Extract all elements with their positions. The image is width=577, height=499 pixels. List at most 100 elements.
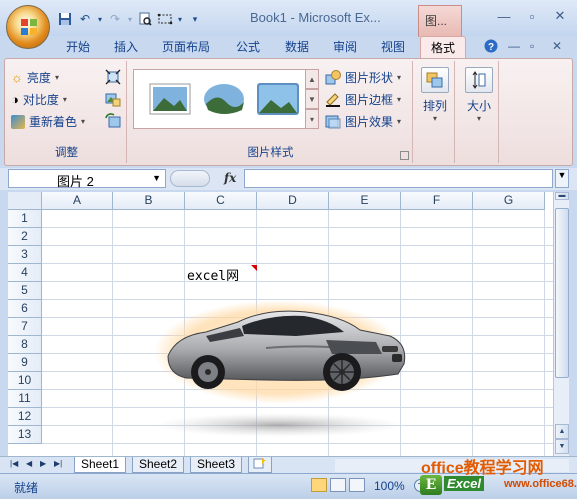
insert-function-icon[interactable]: fx (224, 171, 236, 185)
sheet-tab-1[interactable]: Sheet1 (74, 457, 127, 473)
chevron-down-icon: ▾ (62, 95, 67, 104)
scroll-down-icon[interactable]: ▼ (555, 439, 569, 454)
ribbon-minimize-icon[interactable]: — (508, 39, 520, 53)
expand-formula-bar-icon[interactable]: ▼ (555, 169, 569, 188)
row-header[interactable]: 6 (8, 300, 42, 318)
print-preview-icon[interactable] (136, 10, 154, 28)
column-header[interactable]: E (329, 192, 401, 210)
tab-view[interactable]: 视图 (381, 38, 405, 55)
gallery-more-icon[interactable]: ▾ (305, 109, 319, 129)
vertical-scrollbar[interactable]: ▬ ▲ ▼ (553, 192, 569, 456)
picture-effects-button[interactable]: 图片效果 ▾ (325, 113, 401, 130)
row-header[interactable]: 7 (8, 318, 42, 336)
redo-dropdown-icon[interactable]: ▾ (126, 10, 134, 28)
last-sheet-icon[interactable]: ▶| (54, 459, 62, 468)
office-button[interactable] (6, 5, 50, 49)
chevron-down-icon: ▾ (397, 117, 402, 126)
picture-shape-button[interactable]: 图片形状 ▾ (325, 69, 401, 86)
gallery-down-icon[interactable]: ▼ (305, 89, 319, 109)
tab-insert[interactable]: 插入 (114, 38, 138, 55)
column-header[interactable]: D (257, 192, 329, 210)
row-header[interactable]: 13 (8, 426, 42, 444)
page-layout-view-icon[interactable] (330, 478, 346, 492)
worksheet-grid[interactable]: ABCDEFG 1 2 3 4 5 6 7 8 9 10 11 12 13 excel网 (8, 192, 553, 456)
save-icon[interactable] (56, 10, 74, 28)
undo-icon[interactable]: ↶ (76, 10, 94, 28)
formula-input[interactable] (244, 169, 553, 188)
row-header[interactable]: 11 (8, 390, 42, 408)
customize-qat-icon[interactable]: ▾ (186, 10, 204, 28)
picture-border-button[interactable]: 图片边框 ▾ (325, 91, 401, 108)
style-thumb-1[interactable] (148, 80, 192, 118)
qat-dropdown-icon[interactable]: ▾ (176, 10, 184, 28)
minimize-icon[interactable]: — (491, 6, 517, 26)
undo-dropdown-icon[interactable]: ▾ (96, 10, 104, 28)
ribbon-restore-icon[interactable]: ▫ (530, 39, 534, 53)
help-icon[interactable]: ? (484, 39, 498, 56)
style-thumb-2[interactable] (202, 80, 246, 118)
ribbon-close-icon[interactable]: ✕ (552, 39, 562, 53)
sheet-tab-3[interactable]: Sheet3 (190, 457, 243, 473)
group-adjust-label: 调整 (55, 147, 78, 159)
zoom-level[interactable]: 100% (374, 479, 405, 493)
title-bar: ↶ ▾ ↷ ▾ ▾ ▾ Book1 - Microsoft Ex... 图...… (0, 0, 577, 37)
row-header[interactable]: 9 (8, 354, 42, 372)
contrast-button[interactable]: ◑ 对比度 ▾ (11, 91, 67, 108)
row-header[interactable]: 8 (8, 336, 42, 354)
column-header[interactable]: C (185, 192, 257, 210)
reset-picture-icon (105, 113, 121, 128)
row-header[interactable]: 12 (8, 408, 42, 426)
page-break-view-icon[interactable] (349, 478, 365, 492)
compress-pictures-button[interactable] (105, 69, 121, 85)
car-picture[interactable] (146, 292, 416, 442)
reset-picture-button[interactable] (105, 113, 121, 129)
name-box[interactable]: 图片 2 ▼ (8, 169, 166, 189)
change-picture-button[interactable] (105, 91, 121, 107)
size-button[interactable]: 大小 ▾ (459, 67, 499, 123)
change-picture-icon (105, 93, 121, 107)
row-header[interactable]: 4 (8, 264, 42, 282)
recolor-button[interactable]: 重新着色 ▾ (11, 113, 85, 130)
style-thumb-3[interactable] (256, 80, 300, 118)
size-icon (465, 67, 493, 93)
column-header[interactable]: A (42, 192, 113, 210)
picture-styles-gallery[interactable] (133, 69, 319, 129)
column-header[interactable]: G (473, 192, 545, 210)
watermark-site: www.office68.com (504, 478, 577, 490)
maximize-icon[interactable]: ▫ (519, 6, 545, 26)
redo-icon[interactable]: ↷ (106, 10, 124, 28)
column-header[interactable]: B (113, 192, 185, 210)
row-header[interactable]: 10 (8, 372, 42, 390)
scroll-up-icon[interactable]: ▲ (555, 424, 569, 439)
dialog-launcher-icon[interactable] (400, 151, 409, 160)
prev-sheet-icon[interactable]: ◀ (26, 459, 32, 468)
tab-format[interactable]: 格式 (420, 36, 467, 58)
cell-c4[interactable]: excel网 (187, 265, 239, 284)
row-header[interactable]: 2 (8, 228, 42, 246)
column-header[interactable]: F (401, 192, 473, 210)
name-box-dropdown-icon[interactable]: ▼ (152, 173, 161, 183)
row-header[interactable]: 5 (8, 282, 42, 300)
effects-icon (325, 115, 341, 129)
sheet-tab-2[interactable]: Sheet2 (132, 457, 185, 473)
close-icon[interactable]: ✕ (547, 6, 573, 26)
row-header[interactable]: 1 (8, 210, 42, 228)
arrange-button[interactable]: 排列 ▾ (415, 67, 455, 123)
first-sheet-icon[interactable]: |◀ (10, 459, 18, 468)
select-all-corner[interactable] (8, 192, 42, 210)
gridline (42, 443, 553, 444)
vertical-scroll-thumb[interactable] (555, 208, 569, 378)
gallery-up-icon[interactable]: ▲ (305, 69, 319, 89)
insert-sheet-icon[interactable] (248, 457, 272, 473)
normal-view-icon[interactable] (311, 478, 327, 492)
split-box-icon[interactable]: ▬ (555, 192, 569, 200)
tab-data[interactable]: 数据 (285, 38, 309, 55)
tab-formulas[interactable]: 公式 (236, 38, 260, 55)
row-header[interactable]: 3 (8, 246, 42, 264)
selection-pane-icon[interactable] (156, 10, 174, 28)
tab-home[interactable]: 开始 (66, 38, 90, 55)
tab-review[interactable]: 审阅 (333, 38, 357, 55)
brightness-button[interactable]: ☼ 亮度 ▾ (11, 69, 59, 86)
next-sheet-icon[interactable]: ▶ (40, 459, 46, 468)
tab-page-layout[interactable]: 页面布局 (162, 38, 210, 55)
